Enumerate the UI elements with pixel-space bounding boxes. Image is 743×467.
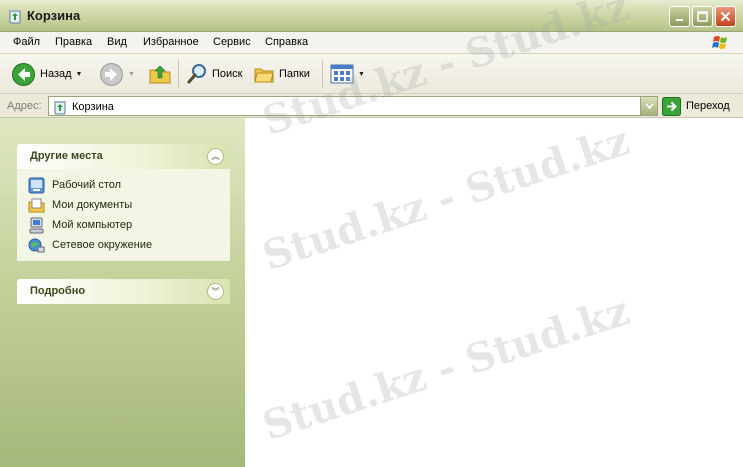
menu-favorites[interactable]: Избранное [143, 36, 199, 48]
toolbar: Назад ▼ ▼ Поиск Папки ▼ [0, 54, 743, 94]
forward-dropdown-icon[interactable]: ▼ [128, 71, 135, 78]
explorer-window: Корзина Файл Правка Вид Избранное Сервис… [0, 0, 743, 467]
toolbar-separator [322, 60, 323, 88]
expand-chevron-icon[interactable]: ︾ [207, 283, 224, 300]
windows-logo-icon [712, 36, 727, 49]
place-label: Рабочий стол [52, 179, 122, 191]
views-dropdown-icon[interactable]: ▼ [358, 71, 365, 78]
folders-label: Папки [279, 68, 310, 80]
other-places-title: Другие места [30, 150, 103, 162]
place-network[interactable]: Сетевое окружение [17, 235, 230, 255]
place-my-documents[interactable]: Мои документы [17, 195, 230, 215]
go-label: Переход [686, 100, 730, 112]
other-places-panel: Другие места ︽ Рабочий стол Мои документ… [17, 144, 230, 261]
address-dropdown-button[interactable] [640, 97, 657, 115]
title-bar[interactable]: Корзина [0, 0, 743, 32]
close-button[interactable] [715, 6, 736, 27]
other-places-list: Рабочий стол Мои документы Мой компьютер… [17, 169, 230, 261]
details-title: Подробно [30, 285, 86, 297]
menu-help[interactable]: Справка [265, 36, 308, 48]
window-title: Корзина [27, 8, 81, 23]
up-folder-icon [149, 65, 171, 84]
views-icon [330, 64, 354, 84]
details-panel: Подробно ︾ [17, 279, 230, 304]
back-dropdown-icon[interactable]: ▼ [76, 71, 83, 78]
network-icon [28, 238, 45, 252]
file-list-area[interactable] [245, 118, 743, 467]
maximize-icon [697, 11, 708, 22]
go-button[interactable]: Переход [662, 96, 730, 116]
back-label: Назад [40, 68, 72, 80]
place-my-computer[interactable]: Мой компьютер [17, 215, 230, 235]
back-button[interactable]: Назад ▼ [11, 54, 82, 94]
collapse-chevron-icon[interactable]: ︽ [207, 148, 224, 165]
up-folder-button[interactable] [148, 54, 172, 94]
menu-view[interactable]: Вид [107, 36, 127, 48]
place-label: Сетевое окружение [52, 239, 153, 251]
place-desktop[interactable]: Рабочий стол [17, 175, 230, 195]
recycle-bin-icon [54, 101, 66, 115]
address-input[interactable]: Корзина [48, 96, 658, 116]
maximize-button[interactable] [692, 6, 713, 27]
views-button[interactable]: ▼ [330, 54, 365, 94]
address-bar: Адрес: Корзина Переход [0, 94, 743, 118]
other-places-header[interactable]: Другие места ︽ [17, 144, 230, 169]
menu-tools[interactable]: Сервис [213, 36, 251, 48]
address-value: Корзина [72, 101, 114, 113]
place-label: Мой компьютер [52, 219, 133, 231]
back-arrow-icon [12, 62, 35, 86]
close-icon [720, 11, 731, 22]
folders-button[interactable]: Папки [253, 54, 310, 94]
menu-bar: Файл Правка Вид Избранное Сервис Справка [0, 32, 743, 54]
menu-file[interactable]: Файл [13, 36, 40, 48]
address-label: Адрес: [7, 100, 42, 112]
details-header[interactable]: Подробно ︾ [17, 279, 230, 304]
place-label: Мои документы [52, 199, 133, 211]
toolbar-separator [178, 60, 179, 88]
my-computer-icon [29, 217, 44, 233]
task-pane: Другие места ︽ Рабочий стол Мои документ… [0, 118, 245, 467]
forward-arrow-icon [100, 62, 123, 86]
go-arrow-icon [662, 96, 681, 116]
search-label: Поиск [212, 68, 243, 80]
search-icon [187, 64, 206, 84]
my-documents-icon [28, 198, 45, 212]
folders-icon [254, 68, 274, 83]
minimize-button[interactable] [669, 6, 690, 27]
menu-edit[interactable]: Правка [55, 36, 92, 48]
minimize-icon [675, 18, 683, 21]
chevron-down-icon [644, 103, 654, 109]
recycle-bin-icon [9, 10, 21, 24]
desktop-icon [28, 177, 45, 193]
forward-button[interactable]: ▼ [99, 54, 135, 94]
search-button[interactable]: Поиск [186, 54, 242, 94]
